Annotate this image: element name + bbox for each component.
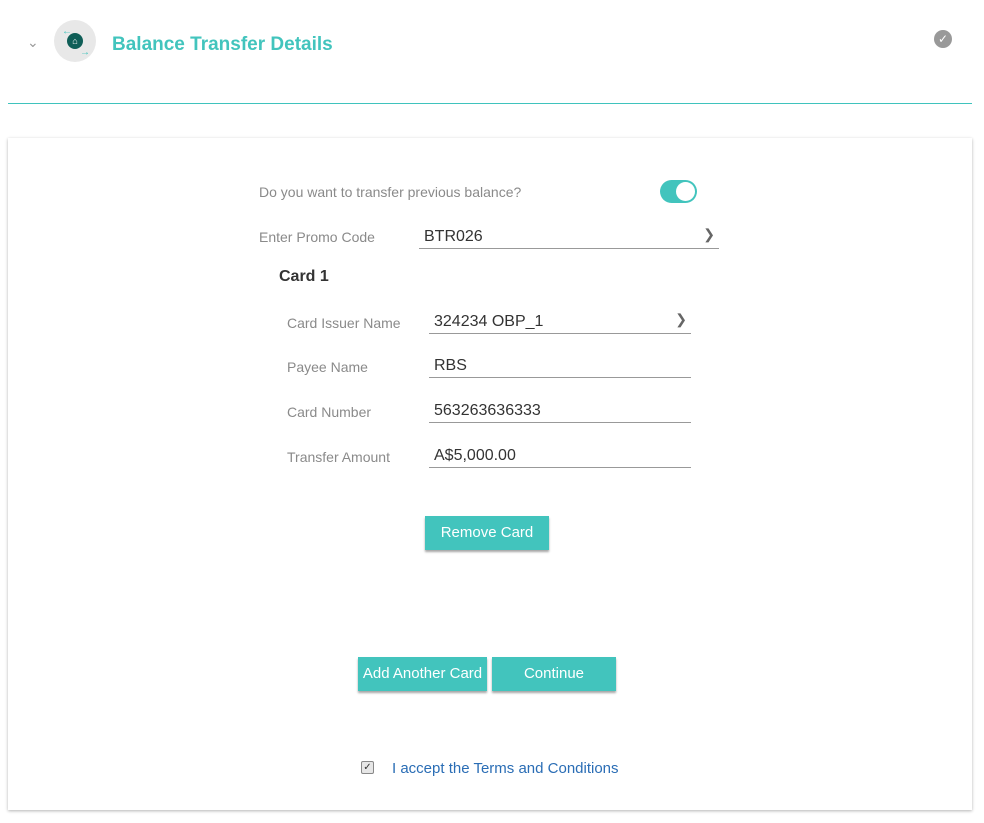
page-title: Balance Transfer Details	[112, 34, 333, 55]
header-divider	[8, 103, 972, 104]
card-number-label: Card Number	[287, 404, 372, 420]
complete-check-icon: ✓	[934, 30, 952, 48]
terms-link[interactable]: I accept the Terms and Conditions	[392, 760, 619, 777]
transfer-toggle[interactable]	[660, 180, 697, 203]
promo-code-select[interactable]: BTR026 ❯	[419, 226, 719, 249]
issuer-value: 324234 OBP_1	[434, 313, 544, 330]
continue-button[interactable]: Continue	[492, 657, 616, 691]
add-card-button[interactable]: Add Another Card	[358, 657, 487, 691]
payee-label: Payee Name	[287, 359, 368, 375]
bank-transfer-icon: ⌂ ← →	[54, 20, 96, 62]
promo-value: BTR026	[424, 228, 483, 245]
terms-checkbox[interactable]: ✓	[361, 761, 374, 774]
issuer-select[interactable]: 324234 OBP_1 ❯	[429, 311, 691, 334]
amount-input[interactable]: A$5,000.00	[429, 447, 691, 468]
remove-card-button[interactable]: Remove Card	[425, 516, 549, 550]
card-number-input[interactable]: 563263636333	[429, 402, 691, 423]
chevron-down-icon: ❯	[675, 311, 687, 327]
transfer-question-label: Do you want to transfer previous balance…	[259, 184, 522, 200]
card-title: Card 1	[279, 268, 329, 285]
amount-label: Transfer Amount	[287, 449, 390, 465]
chevron-down-icon: ❯	[703, 226, 715, 242]
payee-input[interactable]: RBS	[429, 357, 691, 378]
promo-label: Enter Promo Code	[259, 229, 375, 245]
issuer-label: Card Issuer Name	[287, 315, 401, 331]
collapse-chevron-icon[interactable]: ⌄	[27, 34, 39, 51]
